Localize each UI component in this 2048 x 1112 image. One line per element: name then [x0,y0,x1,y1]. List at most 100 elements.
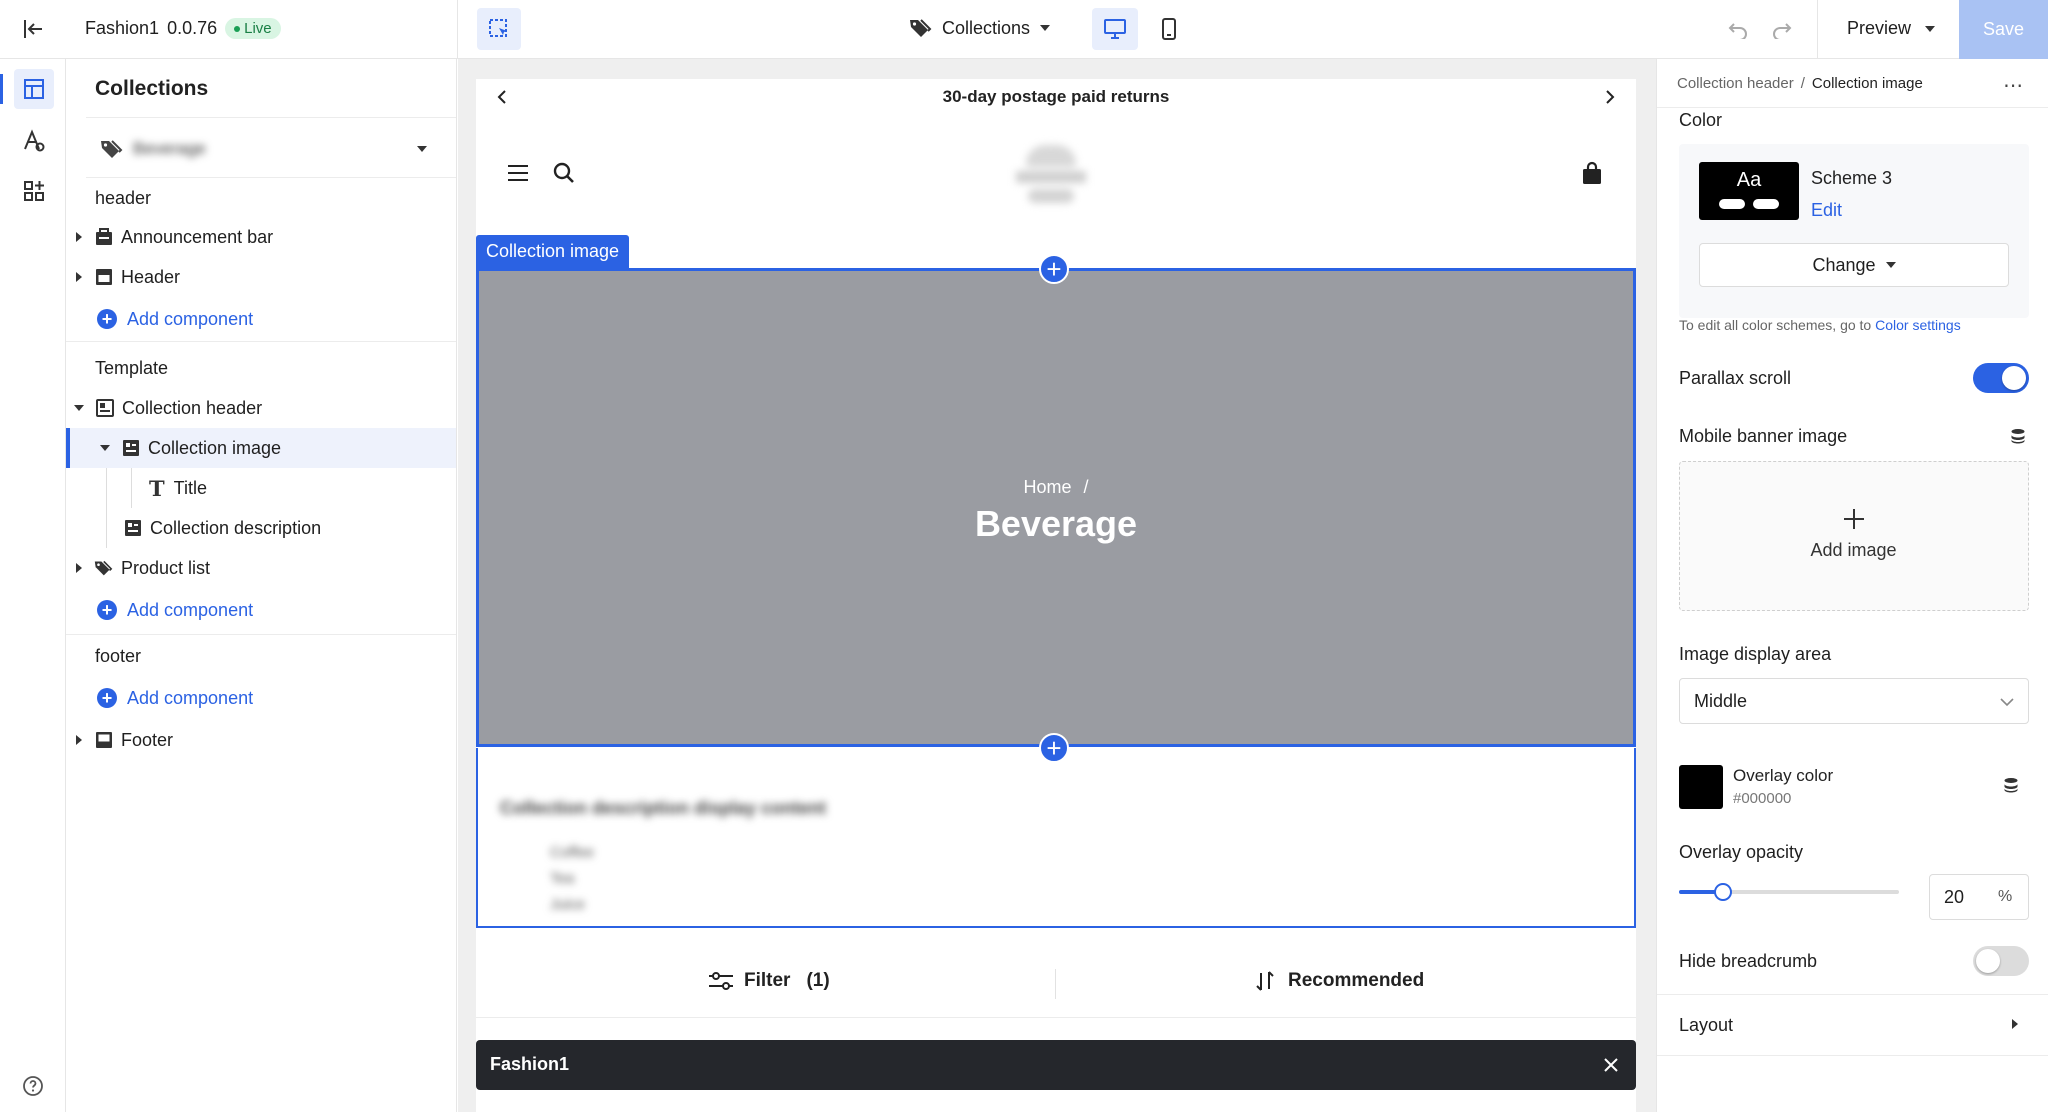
tree-item-title[interactable]: T Title [66,468,456,508]
selected-block-label-text: Collection image [486,241,620,261]
overlay-color-swatch[interactable] [1679,765,1723,809]
overlay-color-label: Overlay color [1733,766,1834,785]
panel-breadcrumb-current: Collection image [1811,75,1923,92]
add-component-footer[interactable]: + Add component [66,678,456,718]
theme-name: Fashion1 [85,18,160,38]
undo-icon[interactable] [1724,16,1752,44]
preview-canvas: 30-day postage paid returns Collection i… [458,59,1656,1112]
sort-button[interactable]: Recommended [1254,970,1424,992]
collection-selector[interactable]: Beverage [95,129,435,169]
menu-icon[interactable] [504,159,532,187]
component-tree: Collections Beverage header Announcement… [66,59,457,1112]
group-footer-label: footer [95,645,142,666]
color-settings-link[interactable]: Color settings [1875,317,1961,333]
tags-icon [93,559,113,577]
collection-description-block[interactable]: Collection description display content C… [476,748,1636,928]
color-hint-text: To edit all color schemes, go to [1679,317,1872,333]
selected-block-label: Collection image [476,235,630,268]
tree-item-label: Footer [121,729,174,750]
theme-version: 0.0.76 [167,18,218,38]
filter-button[interactable]: Filter (1) [708,970,830,992]
redo-icon[interactable] [1768,16,1796,44]
plus-icon [1841,506,1867,532]
mobile-view-button[interactable] [1146,8,1192,50]
add-component-header[interactable]: + Add component [66,299,456,339]
search-icon[interactable] [550,159,578,187]
description-item: Coffee [550,844,594,861]
layout-section-label[interactable]: Layout [1679,1015,1733,1036]
save-button[interactable]: Save [1959,0,2048,59]
tree-item-footer[interactable]: Footer [66,720,456,760]
tree-item-label: Product list [121,557,211,578]
overlay-opacity-input[interactable]: 20 % [1929,874,2029,920]
cart-bag-icon[interactable] [1578,159,1606,187]
footer-section-icon [95,731,113,749]
block-icon [122,439,140,457]
change-scheme-label: Change [1812,254,1876,275]
chevron-right-icon[interactable] [1598,85,1622,109]
scheme-preview-swatch[interactable]: Aa [1699,162,1799,220]
desktop-view-button[interactable] [1092,8,1138,50]
section-icon [95,268,113,286]
sort-label: Recommended [1288,970,1425,991]
bottom-bar: Fashion1 [476,1040,1636,1090]
tree-title: Collections [95,77,209,100]
breadcrumb-home[interactable]: Home [1023,477,1071,498]
change-scheme-button[interactable]: Change [1699,243,2009,287]
add-image-label: Add image [1810,540,1897,560]
left-rail [0,59,66,1112]
collection-selector-value: Beverage [133,139,206,158]
color-settings-hint: To edit all color schemes, go to Color s… [1679,317,1961,333]
tree-item-collection-image[interactable]: Collection image [66,428,456,468]
page-selector[interactable]: Collections [908,17,1051,39]
panel-breadcrumb: Collection header / Collection image [1677,75,1923,92]
tree-item-header[interactable]: Header [66,257,456,297]
add-image-dropzone[interactable]: Add image [1679,461,2029,611]
overlay-opacity-unit: % [1998,888,2013,905]
toggle-knob [2002,366,2026,390]
hide-breadcrumb-toggle[interactable] [1973,946,2029,976]
preview-button[interactable]: Preview [1847,18,1936,39]
dynamic-source-icon[interactable] [2003,777,2019,798]
theme-style-icon[interactable] [14,121,54,161]
tree-item-announcement-bar[interactable]: Announcement bar [66,217,456,257]
store-logo [1006,137,1096,211]
chevron-right-icon[interactable] [2012,1019,2018,1029]
close-icon[interactable] [1598,1052,1624,1078]
chevron-down-icon [100,445,110,451]
scheme-name: Scheme 3 [1811,168,1893,188]
apps-icon[interactable] [14,171,54,211]
overlay-opacity-slider[interactable] [1679,882,1899,902]
collection-title: Beverage [974,503,1138,544]
select-element-button[interactable] [477,8,521,50]
panel-breadcrumb-parent[interactable]: Collection header [1677,75,1794,92]
tree-item-label: Title [173,477,207,498]
live-badge-text: Live [244,20,272,37]
insert-section-above-icon[interactable]: + [1039,254,1069,284]
chevron-down-icon [417,146,427,152]
toggle-knob [1976,949,2000,973]
chevron-down-icon [1925,25,1936,32]
dynamic-source-icon[interactable] [2010,428,2026,449]
add-component-label: Add component [127,599,254,620]
display-area-select[interactable]: Middle [1679,678,2029,724]
plus-circle-icon: + [97,309,117,329]
tree-item-label: Collection image [148,437,282,458]
layout-icon[interactable] [14,69,54,109]
help-icon[interactable] [18,1071,48,1101]
tree-item-collection-header[interactable]: Collection header [66,388,456,428]
add-component-template[interactable]: + Add component [66,590,456,630]
scheme-preview-text: Aa [1736,169,1762,191]
scheme-edit-link[interactable]: Edit [1811,200,1842,221]
exit-icon[interactable] [18,14,48,44]
mobile-banner-label: Mobile banner image [1679,426,1848,446]
parallax-toggle[interactable] [1973,363,2029,393]
group-template-label: Template [95,357,169,378]
collection-image-banner[interactable]: Home / Beverage [476,268,1636,747]
chevron-right-icon [76,272,82,282]
tree-item-product-list[interactable]: Product list [66,548,456,588]
more-options-icon[interactable]: ⋯ [2003,73,2024,98]
tree-item-collection-description[interactable]: Collection description [66,508,456,548]
slider-thumb[interactable] [1714,883,1732,901]
preview-label: Preview [1847,18,1912,38]
